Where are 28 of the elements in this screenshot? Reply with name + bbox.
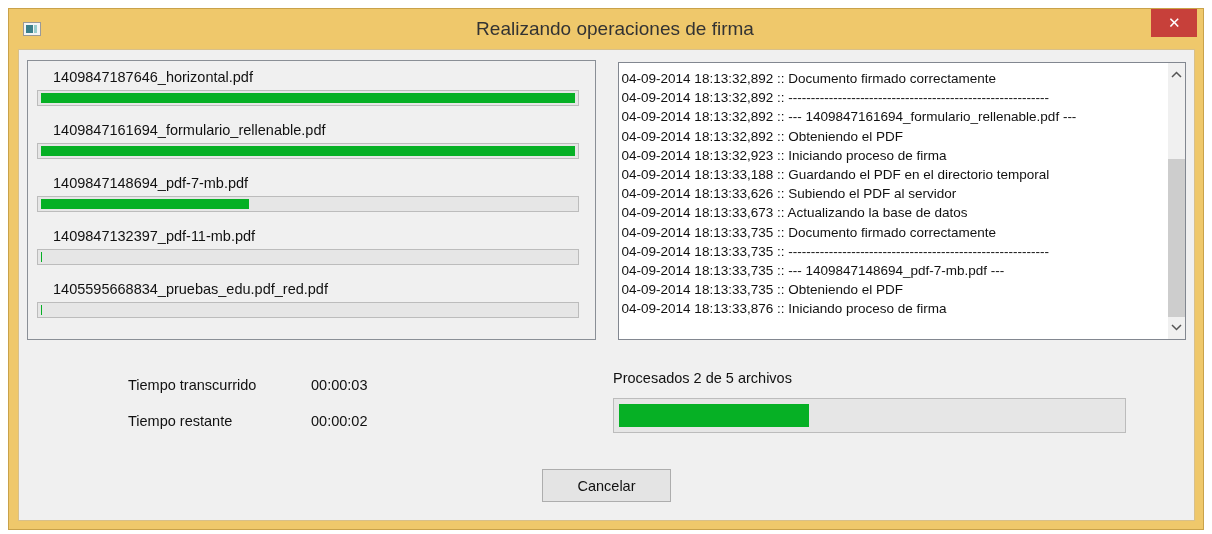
- scrollbar-drawing[interactable]: [1168, 63, 1185, 339]
- log-line: 04-09-2014 18:13:33,735 :: Obteniendo el PDF: [621, 281, 904, 300]
- file-name: 1409847148694_pdf-7-mb.pdf: [52, 174, 250, 193]
- app-icon: [23, 22, 41, 36]
- file-name: 1405595668834_pruebas_edu.pdf_red.pdf: [52, 280, 329, 299]
- log-line: 04-09-2014 18:13:32,923 :: Iniciando proceso de firma: [621, 146, 948, 165]
- file-name: 1409847187646_horizontal.pdf: [52, 68, 254, 87]
- time-value: 00:00:02: [311, 413, 369, 429]
- log-line: 04-09-2014 18:13:33,735 :: ----------------------------------------------------------: [621, 242, 1050, 261]
- time-label: Tiempo transcurrido: [128, 377, 258, 393]
- log-line: 04-09-2014 18:13:32,892 :: --- 1409847161694_formulario_rellenable.pdf ---: [621, 108, 1078, 127]
- log-line: 04-09-2014 18:13:33,626 :: Subiendo el PDF al servidor: [621, 185, 958, 204]
- time-label: Tiempo restante: [128, 413, 234, 429]
- cancel-button[interactable]: Cancelar: [542, 469, 671, 502]
- log-line: 04-09-2014 18:13:33,188 :: Guardando el PDF en el directorio temporal: [621, 166, 1051, 184]
- log-line: 04-09-2014 18:13:33,735 :: --- 1409847148694_pdf-7-mb.pdf ---: [621, 262, 1006, 281]
- log-line: 04-09-2014 18:13:33,673 :: Actualizando la base de datos: [621, 204, 969, 223]
- log-line: 04-09-2014 18:13:32,892 :: Documento firmado correctamente: [621, 70, 998, 88]
- file-name: 1409847161694_formulario_rellenable.pdf: [52, 121, 327, 140]
- file-name: 1409847132397_pdf-11-mb.pdf: [52, 227, 257, 246]
- window-title: Realizando operaciones de firma: [475, 18, 755, 40]
- processed-count: Procesados 2 de 5 archivos: [613, 370, 793, 386]
- log-line: 04-09-2014 18:13:33,876 :: Iniciando proceso de firma: [621, 300, 948, 319]
- time-value: 00:00:03: [311, 377, 369, 393]
- close-button[interactable]: ✕: [1151, 9, 1197, 37]
- log-line: 04-09-2014 18:13:32,892 :: Obteniendo el PDF: [621, 127, 904, 146]
- log-line: 04-09-2014 18:13:33,735 :: Documento firmado correctamente: [621, 223, 998, 242]
- log-line: 04-09-2014 18:13:32,892 :: ----------------------------------------------------------: [621, 89, 1050, 108]
